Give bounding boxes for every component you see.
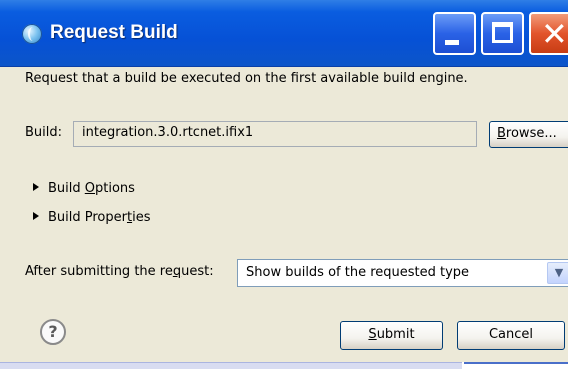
after-submit-label: After submitting the request:	[25, 264, 214, 279]
build-field[interactable]: integration.3.0.rtcnet.ifix1	[73, 121, 477, 147]
maximize-button[interactable]	[481, 12, 524, 55]
globe-icon	[22, 24, 42, 44]
build-properties-label-post: ies	[132, 210, 151, 225]
build-options-toggle[interactable]: Build Options	[33, 181, 135, 196]
browse-button[interactable]: Browse...	[489, 121, 568, 148]
cancel-button[interactable]: Cancel	[457, 321, 565, 350]
after-submit-label-pre: After submitting the re	[25, 264, 173, 279]
background-panel-edge	[0, 362, 462, 369]
minimize-button[interactable]	[433, 12, 476, 55]
submit-label-rest: ubmit	[376, 327, 415, 342]
build-options-label-post: ptions	[95, 181, 135, 196]
close-button[interactable]: ✕	[529, 12, 568, 55]
build-label: Build:	[25, 125, 63, 140]
triangle-right-icon	[33, 212, 39, 220]
title-bar[interactable]: Request Build ✕	[0, 0, 568, 67]
after-submit-select[interactable]: Show builds of the requested type ▼	[237, 259, 568, 287]
browse-label-rest: rowse...	[505, 126, 557, 141]
after-submit-label-post: uest:	[181, 264, 214, 279]
request-build-dialog: Request Build ✕ Request that a build be …	[0, 0, 568, 362]
maximize-icon	[492, 22, 513, 43]
help-icon[interactable]: ?	[40, 319, 66, 345]
build-field-value: integration.3.0.rtcnet.ifix1	[82, 125, 254, 140]
build-options-mnemonic: O	[84, 181, 95, 196]
build-options-label-pre: Build	[48, 181, 85, 196]
cancel-label: Cancel	[488, 327, 534, 342]
background-divider	[464, 362, 568, 364]
minimize-icon	[445, 40, 459, 45]
chevron-down-icon[interactable]: ▼	[547, 262, 568, 284]
after-submit-selected: Show builds of the requested type	[246, 265, 470, 280]
build-properties-toggle[interactable]: Build Properties	[33, 210, 150, 225]
triangle-right-icon	[33, 183, 39, 191]
window-title: Request Build	[50, 22, 178, 43]
build-properties-label-pre: Build Proper	[48, 210, 127, 225]
close-icon: ✕	[541, 15, 568, 53]
submit-button[interactable]: Submit	[340, 321, 443, 350]
browse-mnemonic: B	[497, 126, 506, 141]
after-submit-mnemonic: q	[172, 264, 182, 279]
dialog-description: Request that a build be executed on the …	[25, 71, 468, 86]
submit-mnemonic: S	[368, 327, 377, 342]
